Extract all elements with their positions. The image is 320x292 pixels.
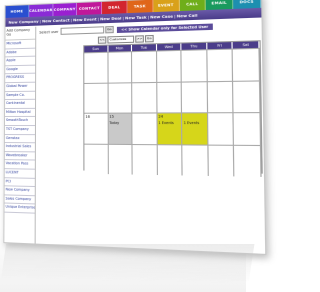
next-button[interactable]: >> [135,35,144,43]
action-new-case[interactable]: New Case [150,13,173,19]
action-new-contact[interactable]: New Contact [42,17,70,23]
calendar-day[interactable]: 16 [84,113,109,144]
tab-company[interactable]: COMPANY [53,2,78,17]
day-number: 15 [109,114,114,119]
sidebar-heading: Add Company Go [5,26,36,41]
sidebar-item[interactable]: Milton Hospital [5,108,36,118]
sidebar: Add Company Go Microsoft Adobe Apple Google… [4,26,37,244]
sidebar-list: Microsoft Adobe Apple Google PROGRESS Global … [4,39,36,214]
calendar-day[interactable] [157,144,183,176]
sidebar-item[interactable]: Global Power [5,82,36,92]
prev-button[interactable]: << [97,36,107,44]
weekday-mon: Mon [108,44,133,52]
sidebar-item[interactable]: Industrial Sales [4,143,35,153]
tab-deal[interactable]: DEAL [102,0,128,15]
calendar-day[interactable] [233,48,261,81]
calendar-day[interactable] [182,144,209,176]
weekday-sun: Sun [84,45,109,53]
day-number: 16 [85,114,90,119]
sidebar-go-link[interactable]: Go [6,33,11,37]
action-new-event[interactable]: New Event [73,16,97,22]
calendar-day[interactable] [132,144,158,176]
calendar-day[interactable]: 1 Events [182,113,209,145]
calendar-day[interactable] [132,51,158,82]
calendar-day[interactable] [182,81,208,113]
calendar-weeks: 16 15 Today 24 1 Events 1 Events [84,47,262,177]
calendar-day[interactable] [132,82,158,113]
action-new-company[interactable]: New Company [8,19,38,25]
calendar-day[interactable] [108,52,133,83]
nav-go-button[interactable]: Go [144,34,154,43]
weekday-fri: Fri [207,42,234,50]
go-button[interactable]: Go [105,25,114,34]
weekday-sat: Sat [233,41,260,49]
sidebar-item[interactable]: Continental [5,99,36,109]
calendar-day[interactable] [233,80,261,113]
sidebar-item[interactable]: Unique Enterprise [4,203,35,214]
user-select[interactable] [60,26,105,35]
calendar-day[interactable] [157,82,183,113]
action-separator: | [70,17,72,23]
calendar-day[interactable]: 24 1 Events [157,113,183,144]
action-separator: | [97,16,100,22]
calendar-grid: Sun Mon Tue Wed Thu Fri Sat 16 15 Today 24 1 Event… [83,40,263,177]
presentation-stage: HOME CALENDAR COMPANY CONTACT DEAL TASK EVENT C… [0,0,267,292]
calendar-day[interactable] [208,113,235,145]
calendar-week: 16 15 Today 24 1 Events 1 Events [84,112,262,145]
calendar-day[interactable] [156,50,183,82]
calendar-day[interactable] [108,144,133,175]
action-new-deal[interactable]: New Deal [100,15,121,21]
day-event-label[interactable]: 1 Events [184,121,200,125]
view-select[interactable]: Customize [107,35,135,44]
calendar-week [84,47,261,83]
calendar-day[interactable] [234,113,262,145]
action-separator: | [147,14,150,20]
calendar-week [84,79,261,113]
action-new-call[interactable]: New Call [177,12,198,18]
day-event-label[interactable]: Today [109,121,119,125]
calendar-day[interactable] [207,49,234,81]
sidebar-item[interactable]: Wavebreaker [4,151,35,161]
calendar-day[interactable] [84,144,109,175]
weekday-wed: Wed [156,43,182,51]
calendar-day[interactable] [108,82,133,113]
calendar-day[interactable] [84,83,109,113]
reflection [1,244,255,284]
day-event-label[interactable]: 1 Events [158,121,173,125]
app-window: HOME CALENDAR COMPANY CONTACT DEAL TASK EVENT C… [3,0,267,256]
tab-contact[interactable]: CONTACT [77,1,103,16]
show-calendar-banner[interactable]: << Show Calendar only for Selected User [116,22,213,33]
sidebar-item[interactable]: SmoothTouch [4,117,35,126]
calendar-day[interactable] [84,52,109,83]
sidebar-item[interactable]: Sample Co. [5,91,36,101]
sidebar-item[interactable]: Genstax [4,134,35,144]
calendar-day[interactable] [181,50,208,82]
action-new-task[interactable]: New Task [125,14,147,20]
calendar-day[interactable] [234,145,262,177]
calendar-day[interactable] [207,81,235,113]
sidebar-item[interactable]: TST Company [4,125,35,135]
action-separator: | [174,13,176,19]
tab-task[interactable]: TASK [127,0,154,14]
action-separator: | [122,15,124,21]
calendar-day[interactable]: 15 Today [108,113,133,144]
tab-home[interactable]: HOME [5,5,30,18]
weekday-thu: Thu [181,42,208,50]
select-user-label: Select user [39,29,59,35]
weekday-tue: Tue [132,44,157,52]
tab-calendar[interactable]: CALENDAR [29,4,54,18]
calendar-day[interactable] [208,145,235,177]
calendar-day[interactable] [132,113,158,144]
day-number: 24 [158,114,164,119]
main-area: Select user Go << Show Calendar only for… [36,19,266,254]
calendar-week [84,143,262,177]
action-separator: | [39,18,41,24]
